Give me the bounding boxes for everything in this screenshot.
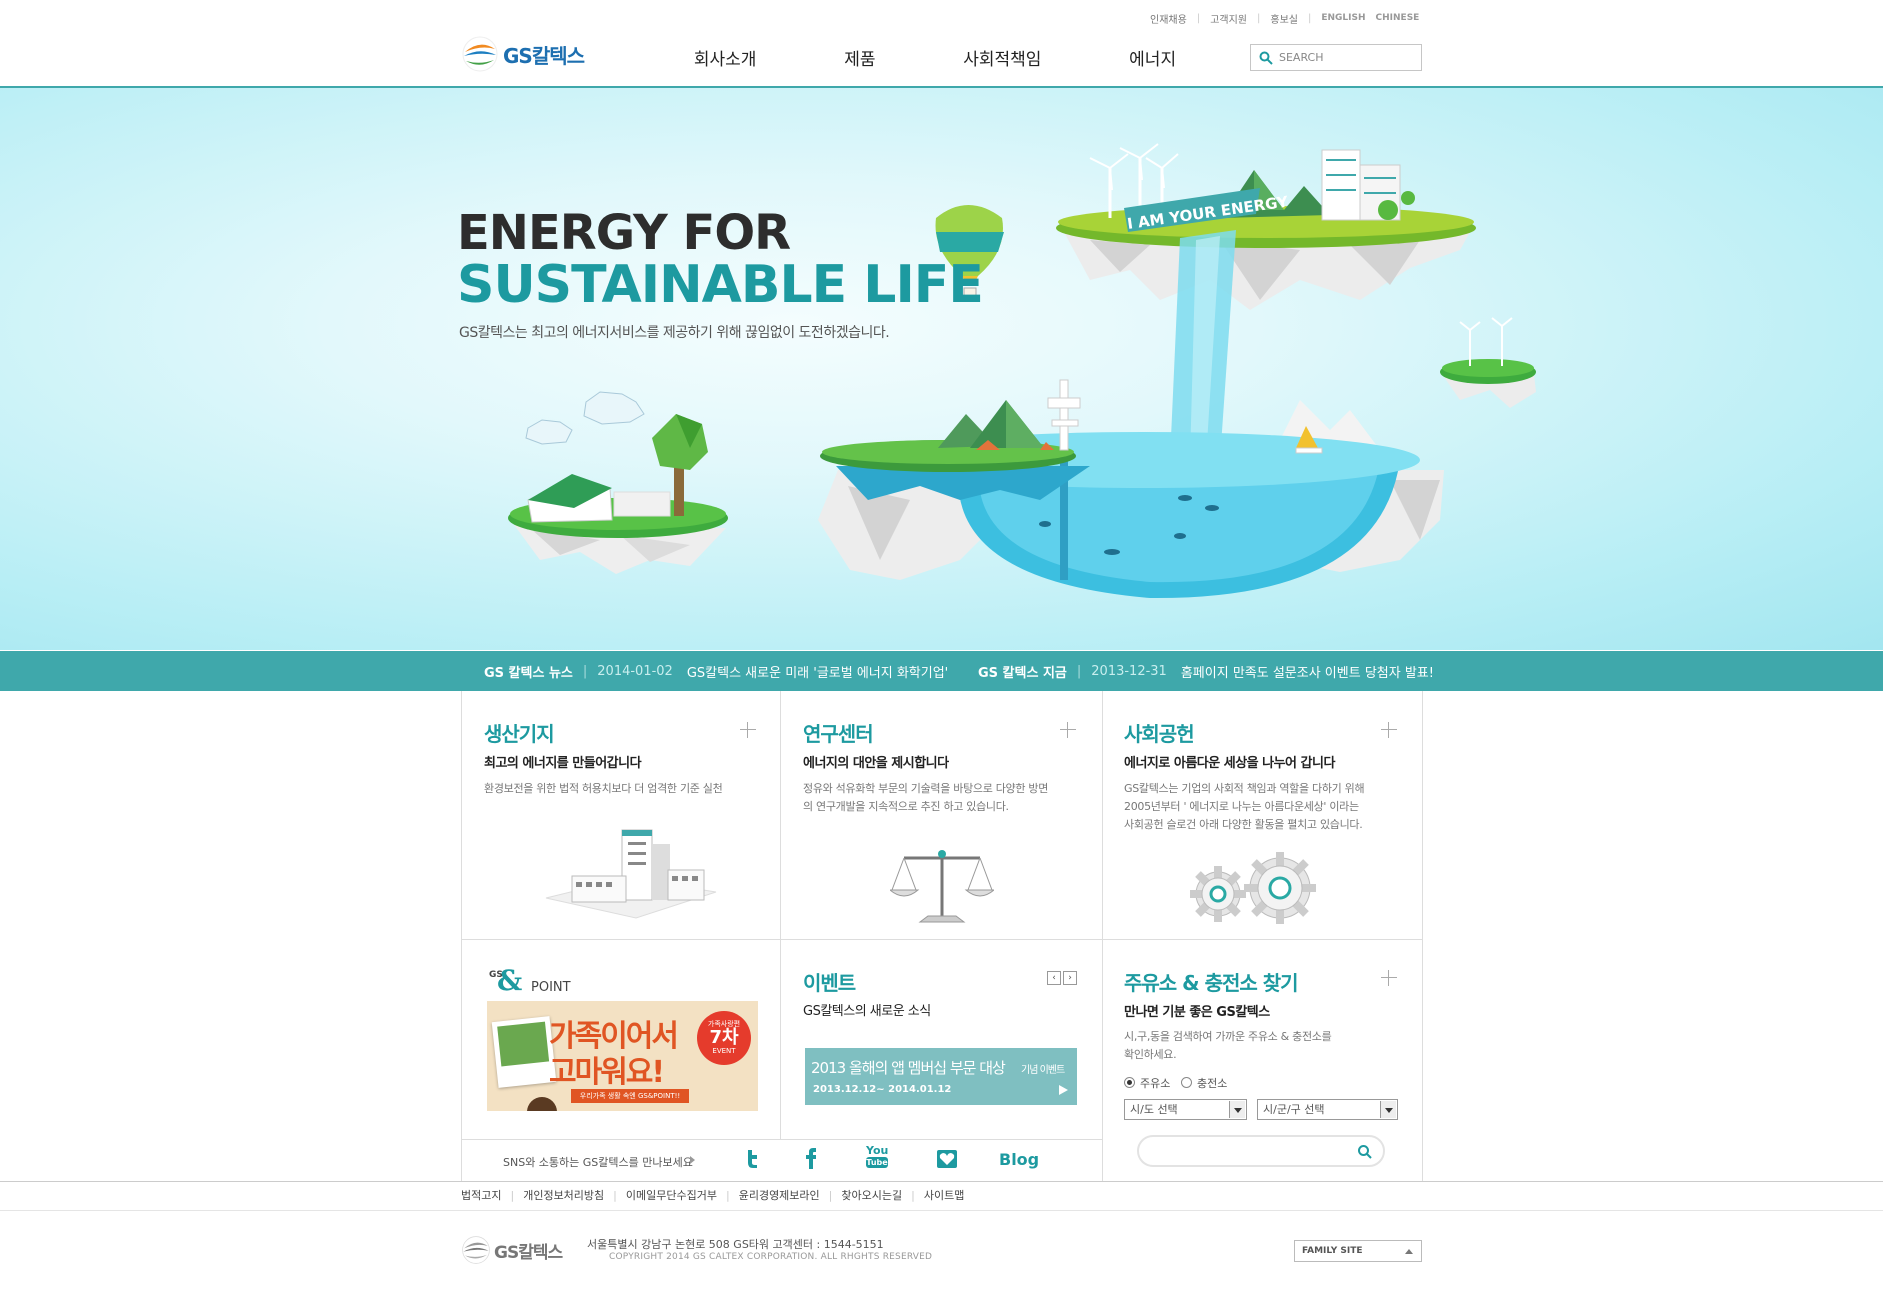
station-search-input[interactable]	[1137, 1135, 1385, 1167]
district-select[interactable]: 시/군/구 선택	[1257, 1099, 1398, 1120]
news-category: GS 칼텍스 지금	[978, 665, 1067, 681]
footer-logo: GS칼텍스	[461, 1234, 563, 1266]
plus-icon[interactable]	[1060, 722, 1076, 738]
family-site-select[interactable]: FAMILY SITE	[1294, 1240, 1422, 1262]
heart-box-icon[interactable]	[937, 1150, 957, 1168]
footer-link-privacy[interactable]: 개인정보처리방침	[523, 1187, 604, 1203]
blog-link[interactable]: Blog	[999, 1150, 1039, 1169]
facebook-icon[interactable]	[804, 1147, 818, 1169]
banner-ribbon: 우리가족 생활 속엔 GS&POINT!!	[571, 1089, 689, 1103]
nav-energy[interactable]: 에너지	[1129, 45, 1176, 70]
logo-text: GS칼텍스	[503, 43, 585, 68]
gs-logo-icon	[462, 36, 498, 72]
util-link-recruit[interactable]: 인재채용	[1150, 11, 1187, 26]
twitter-icon[interactable]	[745, 1149, 759, 1169]
prev-arrow-icon[interactable]: ‹	[1047, 971, 1061, 985]
footer-link-legal[interactable]: 법적고지	[461, 1187, 501, 1203]
footer-link-location[interactable]: 찾아오시는길	[841, 1187, 902, 1203]
gs-point-event-banner[interactable]: 가족이어서 고마워요! 가족사랑편 7차 EVENT 우리가족 생활 속엔 GS…	[487, 1001, 758, 1111]
card-subtitle-station: 만나면 기분 좋은 GS칼텍스	[1124, 1005, 1270, 1020]
footer-address: 서울특별시 강남구 논현로 508 GS타워 고객센터 : 1544-5151	[587, 1238, 884, 1251]
radio-gas-station[interactable]	[1124, 1077, 1135, 1088]
util-link-support[interactable]: 고객지원	[1210, 11, 1247, 26]
card-desc-production: 환경보전을 위한 법적 허용치보다 더 엄격한 기준 실천	[484, 782, 723, 795]
news-date: 2014-01-02	[597, 663, 673, 679]
wind-island	[1440, 317, 1536, 408]
scale-icon	[890, 850, 994, 923]
footer-links: 법적고지 | 개인정보처리방침 | 이메일무단수집거부 | 윤리경영제보라인 | 찾아오…	[461, 1187, 965, 1203]
card-subtitle-event: GS칼텍스의 새로운 소식	[803, 1004, 931, 1019]
search-icon[interactable]	[1357, 1144, 1373, 1160]
card-title-social[interactable]: 사회공헌	[1124, 718, 1195, 747]
card-subtitle-production: 최고의 에너지를 만들어갑니다	[484, 756, 642, 771]
search-input[interactable]	[1279, 51, 1414, 64]
news-date: 2013-12-31	[1091, 663, 1167, 679]
card-desc-social: GS칼텍스는 기업의 사회적 책임과 역할을 다하기 위해 2005년부터 ' 에…	[1124, 782, 1365, 831]
lake-island	[818, 379, 1444, 599]
event-banner[interactable]: 2013 올해의 앱 멤버십 부문 대상 기념 이벤트 2013.12.12~ …	[805, 1048, 1077, 1105]
lang-chinese[interactable]: CHINESE	[1376, 13, 1420, 23]
factory-buildings-icon	[545, 829, 717, 919]
plus-icon[interactable]	[1381, 722, 1397, 738]
banner-headline-2: 고마워요!	[549, 1055, 665, 1090]
plus-icon[interactable]	[1381, 970, 1397, 986]
news-headline: GS칼텍스 새로운 미래 '글로벌 에너지 화학기업'	[686, 665, 949, 681]
gears-icon	[1190, 852, 1316, 924]
hero-title-line1: ENERGY FOR	[457, 205, 791, 261]
youtube-icon[interactable]: You Tube	[866, 1145, 888, 1168]
footer-link-email[interactable]: 이메일무단수집거부	[626, 1187, 717, 1203]
hero-description: GS칼텍스는 최고의 에너지서비스를 제공하기 위해 끊임없이 도전하겠습니다.	[459, 325, 890, 341]
nav-company[interactable]: 회사소개	[694, 45, 757, 70]
city-select[interactable]: 시/도 선택	[1124, 1099, 1247, 1120]
search-icon[interactable]	[1259, 51, 1273, 65]
util-link-pr[interactable]: 홍보실	[1270, 11, 1298, 26]
card-desc-station: 시,구,동을 검색하여 가까운 주유소 & 충전소를 확인하세요.	[1124, 1030, 1332, 1061]
footer-link-ethics[interactable]: 윤리경영제보라인	[739, 1187, 820, 1203]
news-item[interactable]: GS 칼텍스 뉴스 | 2014-01-02 GS칼텍스 새로운 미래 '글로벌…	[484, 651, 948, 691]
footer-link-sitemap[interactable]: 사이트맵	[924, 1187, 964, 1203]
news-headline: 홈페이지 만족도 설문조사 이벤트 당첨자 발표!	[1180, 665, 1434, 681]
card-desc-research: 정유와 석유화학 부문의 기술력을 바탕으로 다양한 방면 의 연구개발을 지속적…	[803, 782, 1049, 813]
news-bar: GS 칼텍스 뉴스 | 2014-01-02 GS칼텍스 새로운 미래 '글로벌…	[0, 651, 1883, 691]
news-item[interactable]: GS 칼텍스 지금 | 2013-12-31 홈페이지 만족도 설문조사 이벤트…	[978, 651, 1434, 691]
footer-copyright: COPYRIGHT 2014 GS CALTEX CORPORATION. AL…	[609, 1252, 933, 1262]
hero-title-line2: SUSTAINABLE LIFE	[457, 255, 984, 315]
radio-charge-station[interactable]	[1181, 1077, 1192, 1088]
utility-links: 인재채용 | 고객지원 | 홍보실 | ENGLISH CHINESE	[1150, 11, 1420, 26]
nav-csr[interactable]: 사회적책임	[963, 45, 1041, 70]
radio-gas-label: 주유소	[1140, 1077, 1171, 1090]
gs-logo-icon	[462, 1236, 490, 1264]
news-category: GS 칼텍스 뉴스	[484, 665, 573, 681]
next-arrow-icon[interactable]: ›	[1063, 971, 1077, 985]
nav-products[interactable]: 제품	[844, 45, 875, 70]
card-subtitle-social: 에너지로 아름다운 세상을 나누어 갑니다	[1124, 756, 1335, 771]
card-title-production[interactable]: 생산기지	[484, 718, 555, 747]
sns-arrow-icon	[690, 1156, 695, 1164]
chevron-down-icon	[1380, 1101, 1396, 1118]
lang-english[interactable]: ENGLISH	[1321, 13, 1365, 23]
radio-charge-label: 충전소	[1197, 1077, 1228, 1090]
main-nav: 회사소개 제품 사회적책임 에너지	[650, 42, 1220, 72]
plus-icon[interactable]	[740, 722, 756, 738]
play-arrow-icon[interactable]	[1057, 1084, 1069, 1096]
hero-banner: I AM YOUR ENERGY	[0, 88, 1883, 650]
cloud-icon	[525, 391, 645, 445]
sns-label: SNS와 소통하는 GS칼텍스를 만나보세요	[503, 1156, 693, 1169]
header-search	[1250, 44, 1422, 71]
gs-caltex-logo[interactable]: GS칼텍스	[461, 34, 591, 74]
chevron-down-icon	[1229, 1101, 1245, 1118]
floating-top-island: I AM YOUR ENERGY	[1056, 143, 1476, 310]
card-title-research[interactable]: 연구센터	[803, 718, 874, 747]
card-title-event[interactable]: 이벤트	[803, 967, 856, 996]
card-title-station[interactable]: 주유소 & 충전소 찾기	[1124, 967, 1299, 996]
card-subtitle-research: 에너지의 대안을 제시합니다	[803, 756, 949, 771]
